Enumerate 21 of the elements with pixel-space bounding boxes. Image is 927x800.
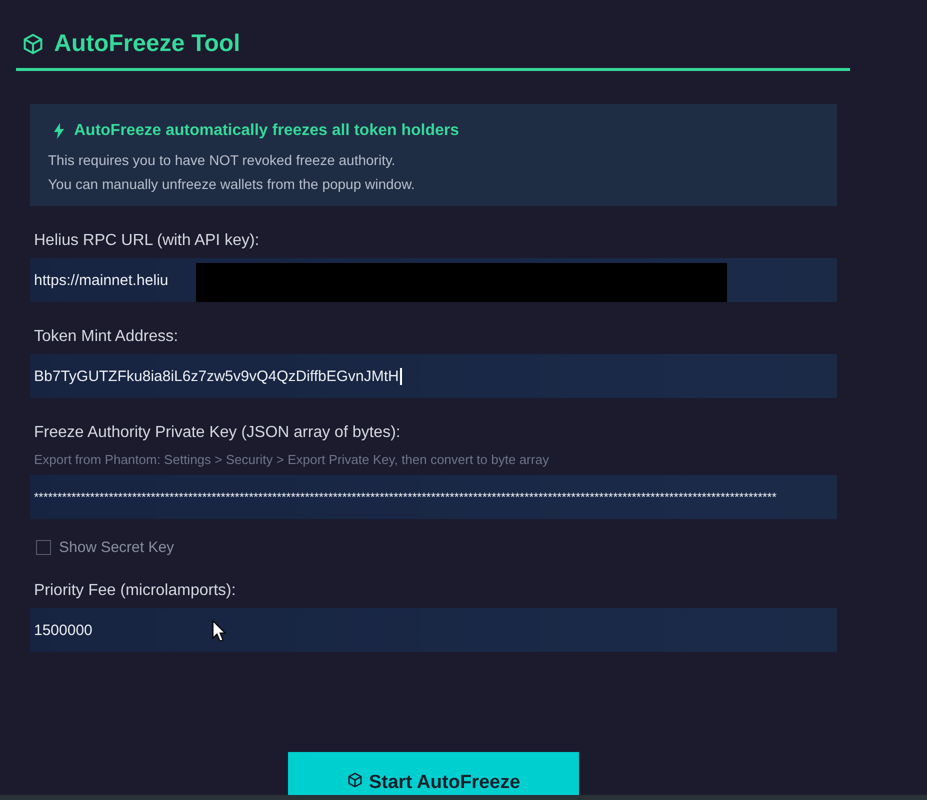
field-label: Priority Fee (microlamports):	[34, 582, 237, 600]
checkbox-label: Show Secret Key	[59, 539, 174, 556]
page-title: AutoFreeze Tool	[54, 30, 240, 58]
field-label: Token Mint Address:	[34, 328, 180, 346]
checkbox[interactable]	[36, 540, 51, 555]
input-field[interactable]: Bb7TyGUTZFku8ia8iL6z7zw5v9vQ4QzDiffbEGvnJMtH	[30, 354, 837, 398]
cube-icon	[346, 772, 363, 788]
mouse-cursor-icon	[212, 620, 226, 642]
start-button[interactable]: Start AutoFreeze	[288, 752, 579, 795]
input-field[interactable]: ***************************************************************************************************************************************************************	[30, 475, 837, 519]
show-secret-checkbox[interactable]: Show Secret Key	[36, 539, 837, 556]
input-field[interactable]: https://mainnet.heliu	[30, 258, 837, 302]
lightning-icon	[54, 123, 64, 139]
field-label: Freeze Authority Private Key (JSON array of bytes):	[34, 424, 402, 442]
info-text: This requires you to have NOT revoked freeze authority.	[48, 152, 396, 168]
cube-icon	[22, 33, 44, 55]
info-title: AutoFreeze automatically freezes all token holders	[74, 122, 460, 140]
input-field[interactable]: 1500000	[30, 608, 837, 652]
field-label: Helius RPC URL (with API key):	[34, 232, 260, 250]
info-text: You can manually unfreeze wallets from the popup window.	[48, 176, 416, 192]
field-hint: Export from Phantom: Settings > Security > Export Private Key, then convert to byte array	[34, 452, 550, 467]
